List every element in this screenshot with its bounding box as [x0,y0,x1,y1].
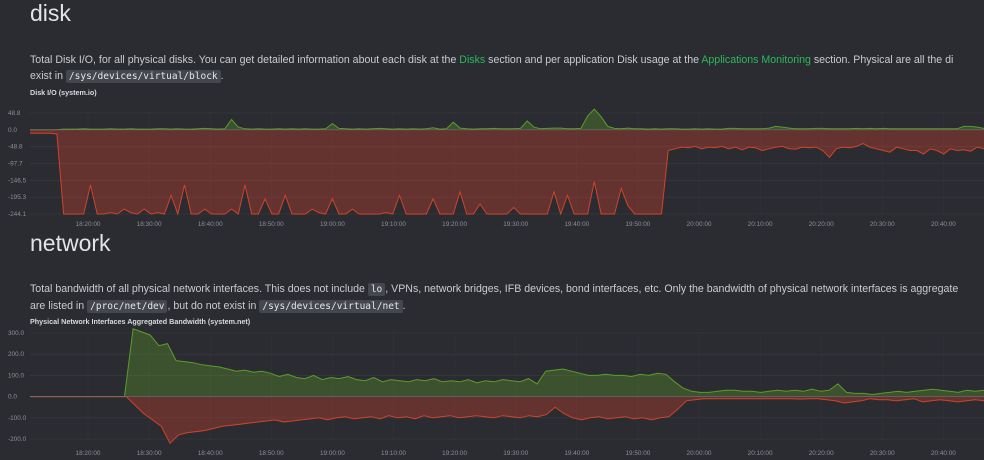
disk-section-title: disk [30,0,71,26]
disk-desc-text: exist in [30,70,66,82]
x-tick-label: 19:10:00 [381,450,406,457]
x-tick-label: 18:20:00 [76,450,101,457]
disk-desc-text: section. Physical are all the di [810,54,954,66]
y-tick-label: -146.5 [8,177,27,184]
y-tick-label: 0.0 [8,127,17,134]
y-tick-label: -244.1 [8,211,27,218]
x-tick-label: 19:30:00 [503,221,528,228]
x-tick-label: 20:10:00 [748,221,773,228]
x-tick-label: 20:00:00 [687,450,712,457]
network-desc-text: Total bandwidth of all physical network … [30,283,368,295]
disks-link[interactable]: Disks [459,54,485,66]
x-tick-label: 18:50:00 [259,450,284,457]
x-tick-label: 19:40:00 [564,450,589,457]
y-tick-label: -200.0 [8,436,27,443]
x-tick-label: 18:30:00 [137,450,162,457]
series-area-1 [30,396,984,444]
network-section-title: network [30,230,111,256]
x-tick-label: 20:00:00 [687,221,712,228]
x-tick-label: 19:50:00 [625,221,650,228]
network-desc-text: , but do not exist in [167,300,260,312]
y-tick-label: -48.8 [8,144,23,151]
network-bandwidth-chart[interactable]: 300.0 200.0 100.0 0.0 -100.0 -200.0 18:20:00 18… [0,326,984,460]
series-line-0 [30,108,984,131]
x-tick-label: 19:40:00 [564,221,589,228]
y-tick-label: -100.0 [8,415,27,422]
network-desc-text: . [402,300,406,312]
network-desc-text: are listed in [30,300,88,312]
y-tick-label: -195.3 [8,194,27,201]
lo-code: lo [367,283,386,296]
x-tick-label: 18:30:00 [137,221,162,228]
x-tick-label: 20:20:00 [809,450,834,457]
disk-desc-text: section and per application Disk usage a… [485,54,702,66]
x-tick-label: 20:30:00 [870,221,895,228]
x-tick-label: 19:10:00 [381,221,406,228]
y-tick-label: -97.7 [8,161,23,168]
sys-devices-virtual-net-code: /sys/devices/virtual/net [259,300,403,313]
sys-devices-virtual-block-code: /sys/devices/virtual/block [65,70,221,83]
applications-monitoring-link[interactable]: Applications Monitoring [701,54,811,66]
disk-description: Total Disk I/O, for all physical disks. … [30,52,984,85]
x-tick-label: 19:20:00 [442,450,467,457]
x-tick-label: 19:30:00 [503,450,528,457]
disk-chart-title: Disk I/O (system.io) [30,88,97,97]
x-tick-label: 18:20:00 [76,221,101,228]
x-tick-label: 20:30:00 [870,450,895,457]
x-tick-label: 19:50:00 [625,450,650,457]
disk-desc-text: Total Disk I/O, for all physical disks. … [30,54,460,66]
disk-io-chart[interactable]: 48.8 0.0 -48.8 -97.7 -146.5 -195.3 -244.1 18:20… [0,100,984,230]
x-tick-label: 20:10:00 [748,450,773,457]
y-tick-label: 200.0 [8,351,24,358]
x-tick-label: 19:20:00 [442,221,467,228]
x-tick-label: 18:50:00 [259,221,284,228]
x-tick-label: 19:00:00 [320,221,345,228]
network-desc-text: , VPNs, network bridges, IFB devices, bo… [385,283,959,295]
disk-desc-text: . [220,70,224,82]
x-tick-label: 19:00:00 [320,450,345,457]
y-tick-label: 48.8 [8,110,21,117]
proc-net-dev-code: /proc/net/dev [87,300,168,313]
y-tick-label: 0.0 [8,394,17,401]
y-tick-label: 100.0 [8,372,24,379]
network-chart-title: Physical Network Interfaces Aggregated B… [30,317,251,326]
x-tick-label: 18:40:00 [198,221,223,228]
series-area-0 [30,109,984,130]
x-tick-label: 18:40:00 [198,450,223,457]
x-tick-label: 20:40:00 [931,221,956,228]
x-tick-label: 20:40:00 [931,450,956,457]
x-tick-label: 20:20:00 [809,221,834,228]
y-tick-label: 300.0 [8,330,24,337]
network-description: Total bandwidth of all physical network … [30,281,984,315]
